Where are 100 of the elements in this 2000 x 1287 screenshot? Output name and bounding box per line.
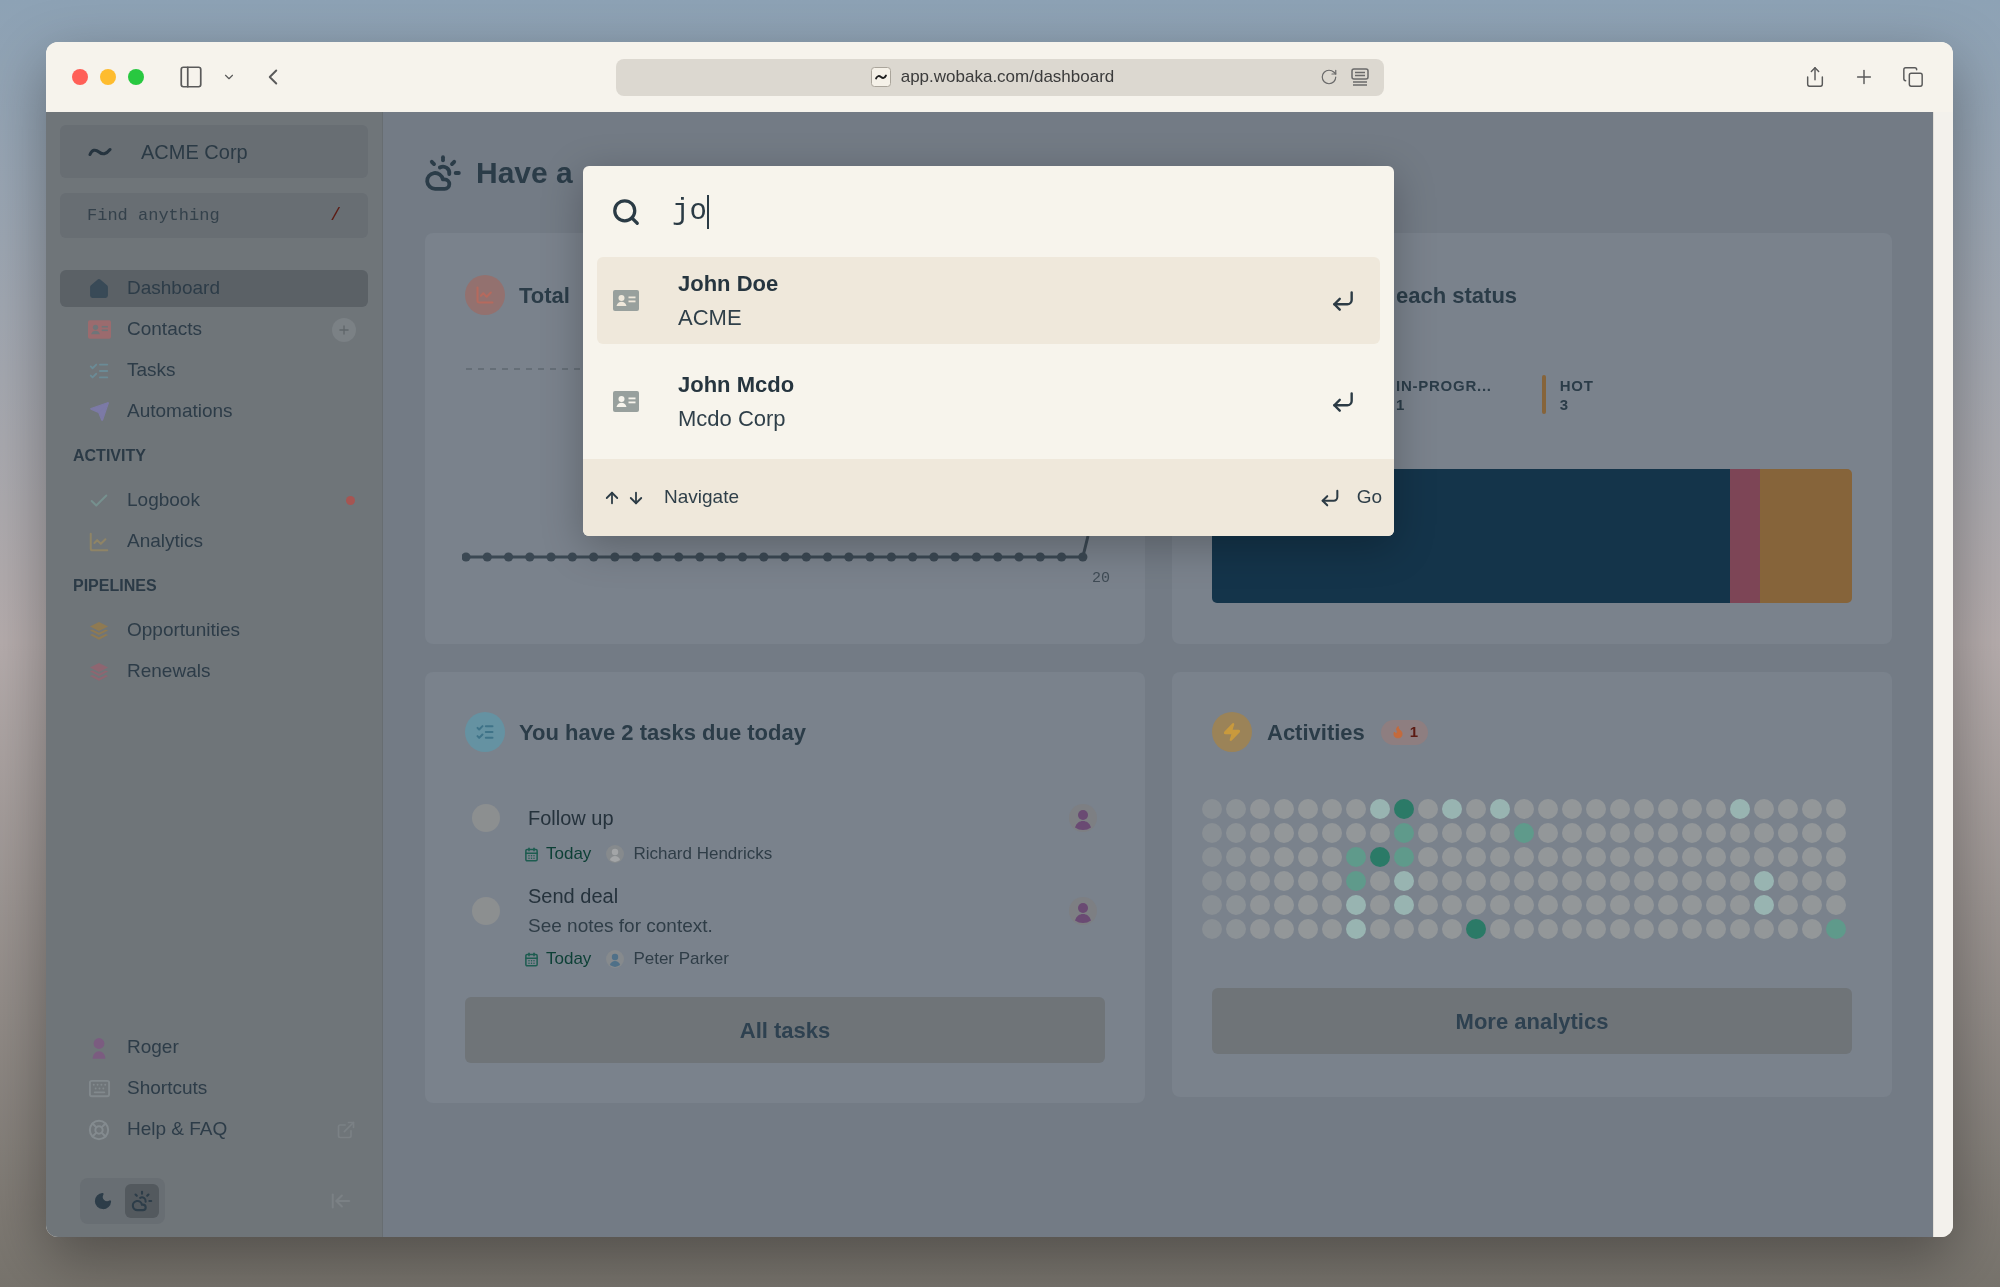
nav-item[interactable]: Tasks	[60, 352, 368, 389]
chart-point	[737, 552, 748, 562]
contact-card-icon	[613, 290, 639, 311]
chart-point	[886, 552, 896, 562]
chart-point	[462, 552, 471, 562]
sun-cloud-icon	[424, 154, 462, 192]
legend-label: IN-PROGR...	[1396, 375, 1492, 395]
lightning-icon	[1212, 712, 1252, 752]
contact-card-icon	[87, 320, 111, 339]
legend-count: 3	[1559, 394, 1570, 414]
shortcut-key: /	[330, 202, 341, 229]
nav-item[interactable]: Automations	[60, 393, 368, 430]
plus-icon	[337, 322, 351, 337]
checklist-icon	[465, 712, 505, 752]
avatar-icon	[606, 950, 625, 968]
due-date: Today	[546, 843, 592, 866]
window-close-button[interactable]	[72, 69, 88, 85]
avatar-icon	[90, 1036, 108, 1059]
streak-count: 1	[1409, 723, 1419, 741]
more-analytics-button[interactable]: More analytics	[1212, 988, 1852, 1054]
chart-point	[631, 552, 641, 562]
avatar-icon	[1069, 804, 1097, 832]
chart-point	[1014, 552, 1024, 562]
add-contact-button[interactable]	[332, 317, 356, 342]
nav-item[interactable]: Opportunities	[60, 612, 368, 649]
chart-point	[759, 552, 769, 562]
card-title: Activities	[1267, 718, 1365, 747]
text-cursor-icon	[706, 194, 709, 229]
search-result[interactable]: John Mcdo Mcdo Corp	[597, 358, 1380, 445]
tilde-site-icon	[870, 67, 891, 87]
chart-point	[823, 552, 833, 562]
window-zoom-button[interactable]	[128, 69, 144, 85]
tilde-logo-icon	[88, 146, 112, 157]
chart-point	[1078, 552, 1088, 562]
task-title: Send deal	[528, 884, 620, 908]
home-icon	[88, 277, 110, 300]
section-heading: ACTIVITY	[72, 446, 147, 466]
chart-point	[929, 552, 939, 562]
greeting-heading: Have a	[476, 155, 573, 191]
chart-point	[865, 552, 875, 562]
chart-point	[503, 552, 514, 562]
assignee-name: Peter Parker	[633, 948, 729, 971]
chart-point	[546, 552, 556, 562]
auto-theme-button[interactable]	[125, 1184, 159, 1218]
chart-point	[482, 552, 492, 562]
paper-plane-icon	[88, 401, 110, 422]
chart-point	[674, 552, 684, 562]
chart-point	[652, 552, 663, 562]
chart-point	[716, 552, 726, 562]
card-title: Total	[519, 281, 570, 310]
workspace-switcher[interactable]: ACME Corp	[60, 125, 368, 178]
nav-item[interactable]: Contacts	[60, 311, 368, 348]
chart-point	[695, 552, 705, 562]
axis-label: 20	[1092, 570, 1110, 588]
assignee-name: Richard Hendricks	[633, 843, 773, 866]
nav-item[interactable]: Logbook	[60, 482, 368, 519]
due-date: Today	[546, 948, 592, 971]
chart-line-icon	[88, 530, 110, 553]
search-result[interactable]: John Doe ACME	[597, 257, 1380, 344]
calendar-icon	[524, 846, 539, 862]
tabs-overview-icon[interactable]	[1902, 66, 1924, 88]
card-title: each status	[1396, 281, 1518, 310]
task-title: Follow up	[528, 806, 615, 830]
contact-card-icon	[613, 391, 639, 412]
sidebar-toggle-icon[interactable]	[178, 64, 204, 90]
avatar-icon	[1069, 896, 1097, 925]
share-icon[interactable]	[1804, 66, 1826, 88]
search-icon	[611, 196, 641, 227]
chart-point	[567, 552, 577, 562]
section-heading: PIPELINES	[72, 576, 158, 596]
navigate-hint: Navigate	[664, 485, 739, 510]
chart-point	[993, 552, 1003, 562]
task-note: See notes for context.	[528, 915, 714, 937]
legend-label: HOT	[1559, 375, 1594, 395]
chart-point	[908, 552, 918, 562]
chart-point	[1035, 552, 1045, 562]
nav-item[interactable]: Analytics	[60, 523, 368, 560]
chart-point	[950, 552, 960, 562]
chart-point	[1056, 552, 1067, 562]
legend-count: 1	[1396, 394, 1406, 414]
search-input[interactable]: jo	[672, 189, 1366, 234]
reload-icon[interactable]	[1320, 68, 1338, 86]
sun-cloud-icon	[131, 1190, 153, 1212]
avatar-icon	[606, 845, 625, 863]
chart-point	[801, 552, 811, 562]
calendar-icon	[524, 951, 539, 967]
all-tasks-button[interactable]: All tasks	[465, 997, 1105, 1063]
nav-item[interactable]: Renewals	[60, 653, 368, 690]
window-minimize-button[interactable]	[100, 69, 116, 85]
chart-point	[610, 552, 620, 562]
sidebar-link[interactable]: Help & FAQ	[60, 1111, 368, 1148]
address-bar[interactable]: app.wobaka.com/dashboard	[616, 58, 1384, 96]
go-hint: Go	[1356, 485, 1382, 510]
sidebar-link[interactable]: Shortcuts	[60, 1070, 368, 1107]
reader-icon[interactable]	[1351, 68, 1369, 86]
chart-point	[525, 552, 535, 562]
chart-point	[844, 552, 854, 562]
sidebar-link[interactable]: Roger	[60, 1029, 368, 1066]
chart-point	[589, 552, 599, 562]
card-title: You have 2 tasks due today	[519, 718, 806, 747]
